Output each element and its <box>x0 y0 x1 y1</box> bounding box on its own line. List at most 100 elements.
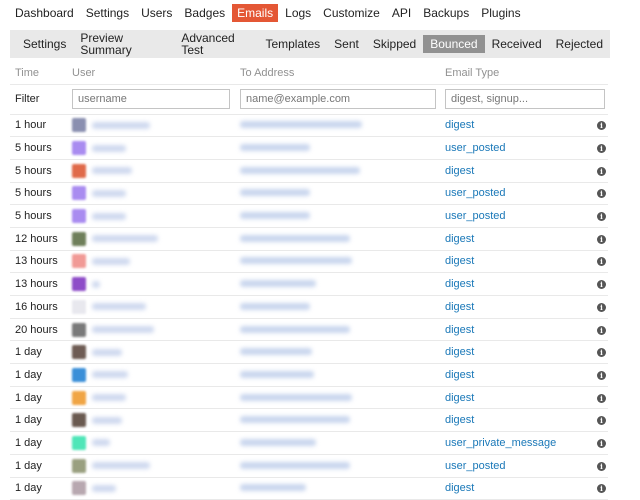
info-circle-icon[interactable]: i <box>597 416 606 426</box>
email-type-link[interactable]: digest <box>445 301 474 313</box>
table-row: 13 hours digest i <box>10 272 608 296</box>
avatar[interactable] <box>72 186 86 201</box>
email-type-link[interactable]: digest <box>445 324 474 336</box>
email-type-link[interactable]: digest <box>445 119 474 131</box>
avatar[interactable] <box>72 345 86 360</box>
email-type-link[interactable]: digest <box>445 278 474 290</box>
username-link-redacted[interactable] <box>92 416 122 424</box>
tab-advanced-test[interactable]: Advanced Test <box>174 29 258 59</box>
avatar[interactable] <box>72 254 86 269</box>
info-circle-icon[interactable]: i <box>597 189 606 199</box>
filter-to-cell <box>235 84 440 115</box>
email-type-link[interactable]: digest <box>445 369 474 381</box>
username-link-redacted[interactable] <box>92 144 126 152</box>
nav-item-settings[interactable]: Settings <box>81 4 134 22</box>
info-circle-icon[interactable]: i <box>597 302 606 312</box>
tab-preview-summary[interactable]: Preview Summary <box>73 29 174 59</box>
filter-username-input[interactable] <box>72 89 230 109</box>
avatar[interactable] <box>72 481 86 496</box>
info-circle-icon[interactable]: i <box>597 370 606 380</box>
email-type-link[interactable]: user_posted <box>445 187 506 199</box>
info-circle-icon[interactable]: i <box>597 280 606 290</box>
username-link-redacted[interactable] <box>92 439 110 447</box>
avatar[interactable] <box>72 413 86 428</box>
avatar[interactable] <box>72 322 86 337</box>
avatar[interactable] <box>72 118 86 133</box>
tab-skipped[interactable]: Skipped <box>366 35 423 53</box>
avatar[interactable] <box>72 435 86 450</box>
email-type-link[interactable]: digest <box>445 346 474 358</box>
email-type-link[interactable]: digest <box>445 392 474 404</box>
nav-item-customize[interactable]: Customize <box>318 4 385 22</box>
nav-item-emails[interactable]: Emails <box>232 4 279 22</box>
username-link-redacted[interactable] <box>92 394 126 402</box>
tab-bounced[interactable]: Bounced <box>423 35 485 53</box>
email-type-link[interactable]: digest <box>445 482 474 494</box>
email-type-cell: digest <box>440 477 588 500</box>
username-link-redacted[interactable] <box>92 326 154 334</box>
tab-rejected[interactable]: Rejected <box>549 35 610 53</box>
username-link-redacted[interactable] <box>92 280 100 288</box>
info-circle-icon[interactable]: i <box>597 257 606 267</box>
info-circle-icon[interactable]: i <box>597 348 606 358</box>
user-cell <box>67 431 235 455</box>
username-link-redacted[interactable] <box>92 167 132 175</box>
info-circle-icon[interactable]: i <box>597 461 606 471</box>
time-cell: 1 day <box>10 408 67 433</box>
nav-item-backups[interactable]: Backups <box>418 4 474 22</box>
avatar[interactable] <box>72 209 86 224</box>
nav-item-plugins[interactable]: Plugins <box>476 4 525 22</box>
info-circle-icon[interactable]: i <box>597 484 606 494</box>
info-circle-icon[interactable]: i <box>597 325 606 335</box>
email-type-link[interactable]: digest <box>445 233 474 245</box>
avatar[interactable] <box>72 277 86 292</box>
info-circle-icon[interactable]: i <box>597 234 606 244</box>
email-type-link[interactable]: user_posted <box>445 460 506 472</box>
bounced-emails-table: Time User To Address Email Type Filter 1… <box>10 62 608 500</box>
info-cell: i <box>588 182 608 206</box>
info-circle-icon[interactable]: i <box>597 393 606 403</box>
email-type-link[interactable]: user_posted <box>445 210 506 222</box>
username-link-redacted[interactable] <box>92 371 128 379</box>
avatar[interactable] <box>72 163 86 178</box>
tab-settings[interactable]: Settings <box>16 35 73 53</box>
tab-received[interactable]: Received <box>485 35 549 53</box>
nav-item-dashboard[interactable]: Dashboard <box>10 4 79 22</box>
tab-templates[interactable]: Templates <box>258 35 327 53</box>
filter-to-address-input[interactable] <box>240 89 436 109</box>
username-link-redacted[interactable] <box>92 235 158 243</box>
info-cell: i <box>588 136 608 160</box>
username-link-redacted[interactable] <box>92 121 150 129</box>
email-type-link[interactable]: user_private_message <box>445 437 556 449</box>
username-link-redacted[interactable] <box>92 212 126 220</box>
avatar[interactable] <box>72 390 86 405</box>
username-link-redacted[interactable] <box>92 303 146 311</box>
nav-item-users[interactable]: Users <box>136 4 177 22</box>
email-type-link[interactable]: digest <box>445 165 474 177</box>
tab-sent[interactable]: Sent <box>327 35 366 53</box>
info-circle-icon[interactable]: i <box>597 121 606 131</box>
nav-item-logs[interactable]: Logs <box>280 4 316 22</box>
email-type-link[interactable]: user_posted <box>445 142 506 154</box>
email-type-link[interactable]: digest <box>445 255 474 267</box>
avatar[interactable] <box>72 299 86 314</box>
info-circle-icon[interactable]: i <box>597 212 606 222</box>
avatar[interactable] <box>72 458 86 473</box>
avatar[interactable] <box>72 141 86 156</box>
nav-item-badges[interactable]: Badges <box>179 4 230 22</box>
info-circle-icon[interactable]: i <box>597 166 606 176</box>
filter-email-type-input[interactable] <box>445 89 605 109</box>
username-link-redacted[interactable] <box>92 348 122 356</box>
username-link-redacted[interactable] <box>92 484 116 492</box>
email-type-cell: user_posted <box>440 136 588 160</box>
username-link-redacted[interactable] <box>92 257 130 265</box>
info-circle-icon[interactable]: i <box>597 438 606 448</box>
avatar[interactable] <box>72 367 86 382</box>
nav-item-api[interactable]: API <box>387 4 416 22</box>
username-link-redacted[interactable] <box>92 462 150 470</box>
info-circle-icon[interactable]: i <box>597 144 606 154</box>
header-email-type: Email Type <box>440 62 588 85</box>
username-link-redacted[interactable] <box>92 189 126 197</box>
avatar[interactable] <box>72 231 86 246</box>
email-type-link[interactable]: digest <box>445 414 474 426</box>
